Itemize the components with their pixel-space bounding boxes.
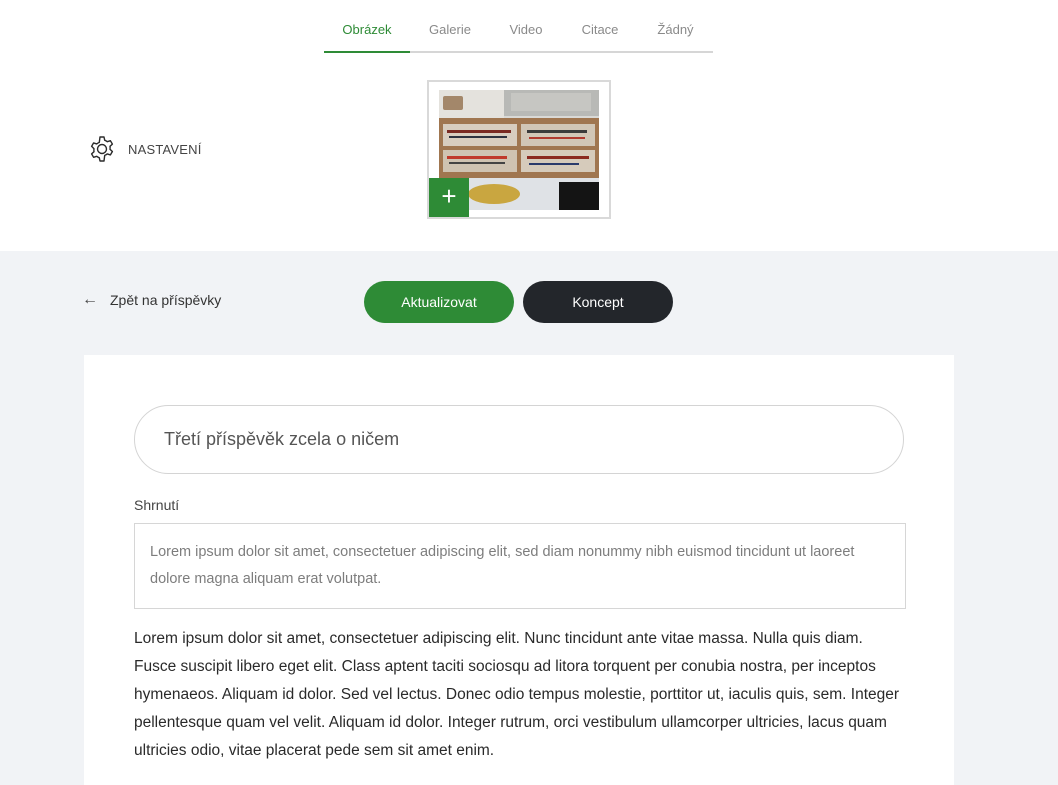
plus-icon: + [441,181,457,211]
tab-gallery[interactable]: Galerie [410,12,490,53]
update-button[interactable]: Aktualizovat [364,281,514,323]
arrow-left-icon: ← [82,291,98,308]
back-to-posts-link[interactable]: ← Zpět na příspěvky [82,291,221,309]
add-image-button[interactable]: + [429,178,469,217]
draft-button[interactable]: Koncept [523,281,673,323]
summary-textarea[interactable]: Lorem ipsum dolor sit amet, consectetuer… [134,523,906,609]
post-body-editor[interactable]: Lorem ipsum dolor sit amet, consectetuer… [134,625,904,765]
editor-header: Obrázek Galerie Video Citace Žádný NASTA… [0,0,1058,251]
tab-quote[interactable]: Citace [562,12,638,53]
summary-label: Shrnutí [134,497,180,513]
settings-label: NASTAVENÍ [128,141,202,157]
media-type-tabs: Obrázek Galerie Video Citace Žádný [324,12,713,53]
back-label: Zpět na příspěvky [110,292,222,308]
featured-image-box[interactable]: + [427,80,611,219]
post-editor-card: Shrnutí Lorem ipsum dolor sit amet, cons… [84,355,954,785]
post-title-input[interactable] [134,405,904,474]
tab-image[interactable]: Obrázek [324,12,410,53]
tab-none[interactable]: Žádný [638,12,713,53]
tab-video[interactable]: Video [490,12,562,53]
settings-button[interactable]: NASTAVENÍ [87,134,202,164]
gear-icon [90,136,114,162]
